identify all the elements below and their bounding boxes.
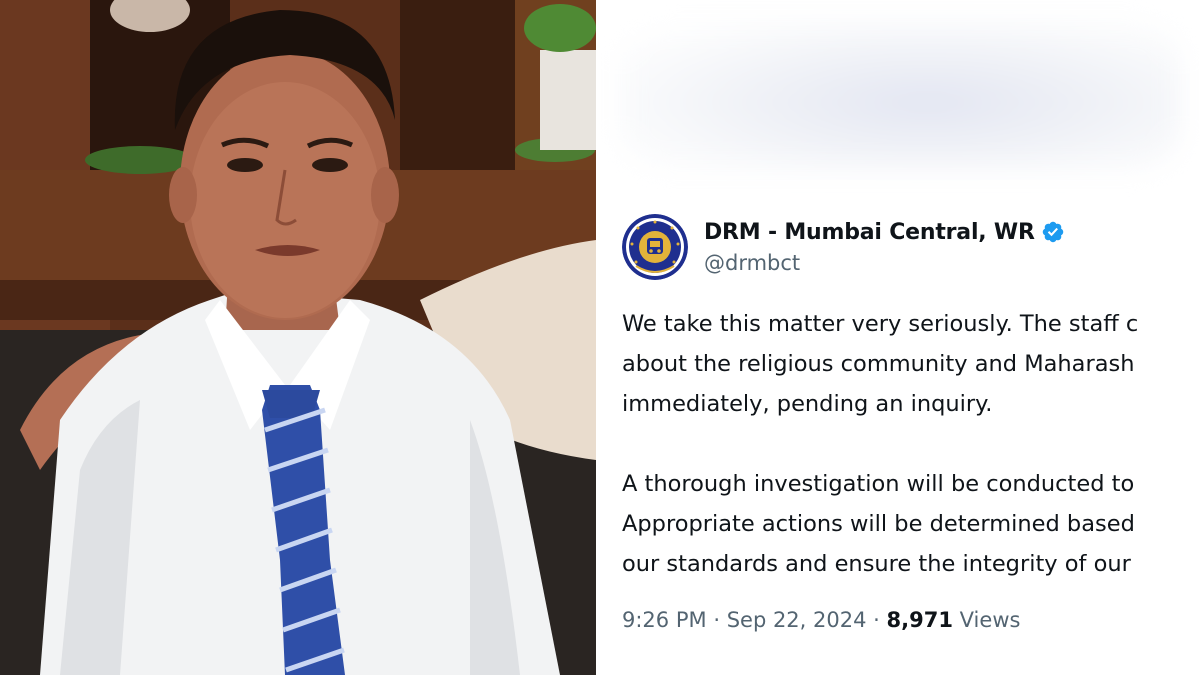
author-display-name[interactable]: DRM - Mumbai Central, WR [704, 220, 1035, 245]
tweet-text: We take this matter very seriously. The … [622, 304, 1200, 584]
tweet-author: DRM - Mumbai Central, WR @drmbct [704, 220, 1065, 275]
name-row: DRM - Mumbai Central, WR [704, 220, 1065, 245]
verified-badge-icon [1042, 221, 1063, 243]
author-handle[interactable]: @drmbct [704, 251, 1065, 275]
tweet-text-line: about the religious community and Mahara… [622, 351, 1135, 377]
tweet-date[interactable]: Sep 22, 2024 [727, 608, 867, 632]
tweet-panel: DRM - Mumbai Central, WR @drmbct We take… [600, 0, 1200, 675]
tweet-text-line: Appropriate actions will be determined b… [622, 511, 1135, 537]
tweet-text-line: A thorough investigation will be conduct… [622, 471, 1135, 497]
tweet-text-line: our standards and ensure the integrity o… [622, 551, 1131, 577]
tweet-text-line: immediately, pending an inquiry. [622, 391, 993, 417]
meta-separator: · [873, 608, 880, 632]
tweet-card: DRM - Mumbai Central, WR @drmbct We take… [622, 212, 1200, 632]
tweet-header: DRM - Mumbai Central, WR @drmbct [622, 212, 1200, 282]
man-photo-illustration [0, 0, 596, 675]
tweet-text-line: We take this matter very seriously. The … [622, 311, 1139, 337]
blurred-header-area [620, 20, 1180, 170]
tweet-time[interactable]: 9:26 PM [622, 608, 707, 632]
views-count: 8,971 [886, 608, 953, 632]
railway-logo-avatar[interactable] [622, 214, 688, 280]
news-composite-image: DRM - Mumbai Central, WR @drmbct We take… [0, 0, 1200, 675]
views-label: Views [959, 608, 1021, 632]
tweet-meta: 9:26 PM · Sep 22, 2024 · 8,971 Views [622, 608, 1200, 632]
meta-separator: · [713, 608, 720, 632]
man-photo [0, 0, 596, 675]
